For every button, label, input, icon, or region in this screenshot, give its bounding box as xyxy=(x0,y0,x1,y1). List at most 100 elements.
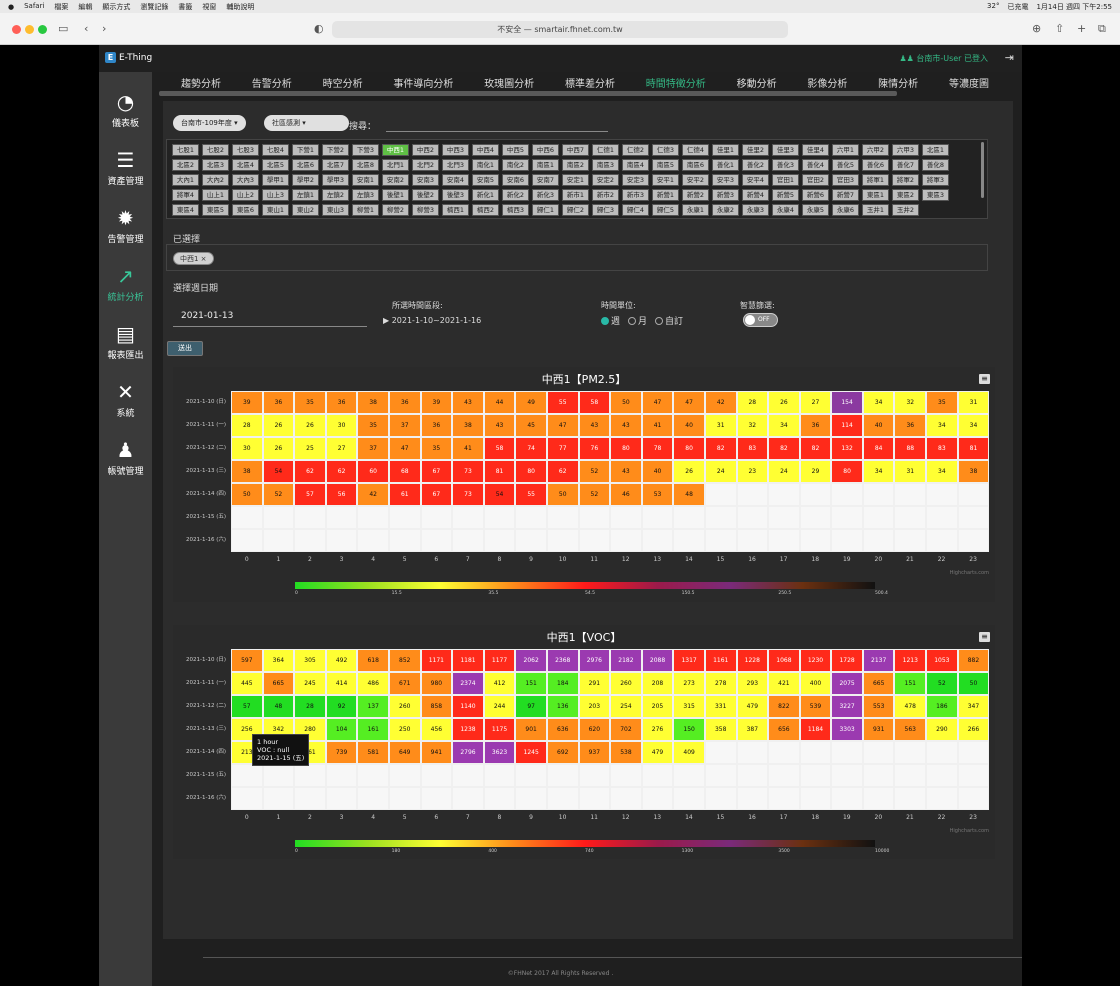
tab-overview-icon[interactable]: ⧉ xyxy=(1098,22,1106,36)
sidebar-item-chart-line[interactable]: ↗ 統計分析 xyxy=(99,262,152,320)
heatmap-cell[interactable]: 34 xyxy=(957,414,990,437)
station-chip[interactable]: 北區1 xyxy=(922,144,949,156)
station-chip[interactable]: 安定2 xyxy=(592,174,619,186)
privacy-shield-icon[interactable]: ◐ xyxy=(314,22,324,35)
heatmap-cell[interactable]: 76 xyxy=(578,437,611,460)
station-chip[interactable]: 中西5 xyxy=(502,144,529,156)
heatmap-cell[interactable] xyxy=(262,529,295,552)
heatmap-cell[interactable] xyxy=(862,764,895,787)
station-chip[interactable]: 山上3 xyxy=(262,189,289,201)
heatmap-cell[interactable]: 1213 xyxy=(894,649,927,672)
heatmap-cell[interactable]: 136 xyxy=(546,695,579,718)
close-window-button[interactable] xyxy=(12,25,21,34)
selected-tag[interactable]: 中西1 × xyxy=(173,252,214,265)
station-chip[interactable]: 六甲3 xyxy=(892,144,919,156)
station-chip[interactable]: 北區4 xyxy=(232,159,259,171)
station-chip[interactable]: 永康6 xyxy=(832,204,859,216)
heatmap-cell[interactable] xyxy=(831,787,863,810)
heatmap-cell[interactable] xyxy=(546,764,579,787)
heatmap-cell[interactable]: 47 xyxy=(641,391,674,414)
station-chip[interactable]: 新市3 xyxy=(622,189,649,201)
heatmap-cell[interactable]: 1171 xyxy=(420,649,453,672)
heatmap-cell[interactable]: 34 xyxy=(926,460,958,483)
heatmap-cell[interactable]: 276 xyxy=(641,718,674,741)
heatmap-cell[interactable]: 44 xyxy=(483,391,516,414)
station-chip[interactable]: 新化1 xyxy=(472,189,499,201)
heatmap-cell[interactable] xyxy=(957,787,990,810)
station-chip[interactable]: 大內3 xyxy=(232,174,259,186)
station-chip[interactable]: 東山2 xyxy=(292,204,319,216)
station-chip[interactable]: 後壁2 xyxy=(412,189,439,201)
heatmap-cell[interactable]: 331 xyxy=(704,695,737,718)
heatmap-cell[interactable] xyxy=(704,787,737,810)
heatmap-cell[interactable]: 57 xyxy=(294,483,326,506)
heatmap-cell[interactable]: 114 xyxy=(831,414,863,437)
heatmap-cell[interactable] xyxy=(388,506,421,529)
tabs-scrollbar[interactable] xyxy=(159,91,897,96)
heatmap-cell[interactable]: 35 xyxy=(357,414,389,437)
heatmap-cell[interactable]: 151 xyxy=(515,672,547,695)
heatmap-cell[interactable]: 80 xyxy=(610,437,642,460)
heatmap-cell[interactable]: 358 xyxy=(704,718,737,741)
station-chip[interactable]: 將軍2 xyxy=(892,174,919,186)
heatmap-cell[interactable]: 38 xyxy=(957,460,990,483)
heatmap-cell[interactable]: 3623 xyxy=(483,741,516,764)
station-chip[interactable]: 佳里3 xyxy=(772,144,799,156)
heatmap-cell[interactable] xyxy=(420,787,453,810)
sidebar-icon[interactable]: ▭ xyxy=(58,22,68,35)
station-chip[interactable]: 仁德3 xyxy=(652,144,679,156)
heatmap-cell[interactable] xyxy=(420,764,453,787)
heatmap-cell[interactable]: 49 xyxy=(515,391,547,414)
heatmap-cell[interactable] xyxy=(357,764,389,787)
heatmap-cell[interactable]: 26 xyxy=(262,437,295,460)
station-chip[interactable]: 玉井1 xyxy=(862,204,889,216)
heatmap-cell[interactable]: 486 xyxy=(357,672,389,695)
station-chip[interactable]: 後壁3 xyxy=(442,189,469,201)
heatmap-cell[interactable]: 260 xyxy=(610,672,642,695)
heatmap-cell[interactable]: 47 xyxy=(546,414,579,437)
heatmap-cell[interactable] xyxy=(799,506,832,529)
station-chip[interactable]: 北區7 xyxy=(322,159,349,171)
heatmap-cell[interactable]: 26 xyxy=(294,414,326,437)
heatmap-cell[interactable] xyxy=(894,506,927,529)
station-chip[interactable]: 北門1 xyxy=(382,159,409,171)
heatmap-cell[interactable]: 34 xyxy=(862,460,895,483)
heatmap-cell[interactable]: 250 xyxy=(388,718,421,741)
heatmap-cell[interactable]: 35 xyxy=(294,391,326,414)
station-chip[interactable]: 學甲1 xyxy=(262,174,289,186)
heatmap-cell[interactable] xyxy=(294,506,326,529)
station-chip[interactable]: 安定1 xyxy=(562,174,589,186)
chart-menu-icon[interactable]: ≡ xyxy=(979,632,990,642)
heatmap-cell[interactable]: 1230 xyxy=(799,649,832,672)
station-chip[interactable]: 大內1 xyxy=(172,174,199,186)
heatmap-cell[interactable] xyxy=(294,787,326,810)
heatmap-cell[interactable]: 161 xyxy=(357,718,389,741)
heatmap-cell[interactable] xyxy=(768,787,800,810)
heatmap-cell[interactable]: 26 xyxy=(768,391,800,414)
station-chip[interactable]: 將軍4 xyxy=(172,189,199,201)
heatmap-cell[interactable]: 82 xyxy=(704,437,737,460)
station-chip[interactable]: 善化5 xyxy=(832,159,859,171)
mac-menu-1[interactable]: 檔案 xyxy=(54,2,68,12)
station-chip[interactable]: 歸仁4 xyxy=(622,204,649,216)
new-tab-icon[interactable]: + xyxy=(1077,22,1086,35)
heatmap-cell[interactable]: 24 xyxy=(704,460,737,483)
heatmap-cell[interactable] xyxy=(388,764,421,787)
heatmap-cell[interactable] xyxy=(262,764,295,787)
heatmap-cell[interactable]: 1053 xyxy=(926,649,958,672)
heatmap-cell[interactable]: 387 xyxy=(736,718,769,741)
apple-icon[interactable]: ● xyxy=(8,3,14,11)
heatmap-cell[interactable] xyxy=(452,506,484,529)
heatmap-cell[interactable]: 52 xyxy=(578,460,611,483)
heatmap-cell[interactable] xyxy=(578,787,611,810)
station-chip[interactable]: 新營1 xyxy=(652,189,679,201)
heatmap-cell[interactable]: 151 xyxy=(894,672,927,695)
station-chip[interactable]: 安南2 xyxy=(382,174,409,186)
heatmap-cell[interactable]: 47 xyxy=(388,437,421,460)
heatmap-cell[interactable] xyxy=(862,483,895,506)
heatmap-cell[interactable] xyxy=(515,506,547,529)
heatmap-cell[interactable]: 58 xyxy=(483,437,516,460)
heatmap-cell[interactable]: 409 xyxy=(673,741,705,764)
station-chip[interactable]: 南區3 xyxy=(592,159,619,171)
heatmap-cell[interactable] xyxy=(768,506,800,529)
